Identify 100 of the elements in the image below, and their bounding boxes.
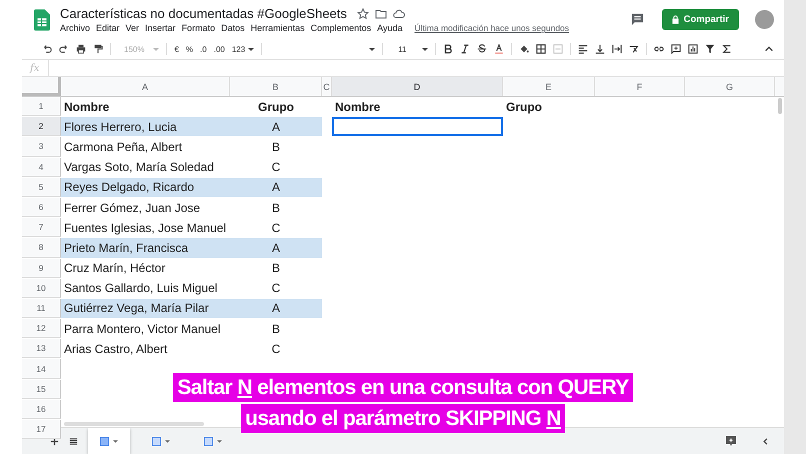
last-modified-link[interactable]: Última modificación hace unos segundos xyxy=(414,23,570,34)
row-header[interactable]: 9 xyxy=(22,258,61,278)
row-header[interactable]: 14 xyxy=(22,359,61,379)
explore-icon[interactable] xyxy=(725,435,737,447)
row-header[interactable]: 17 xyxy=(22,420,61,440)
table-cell-text: C xyxy=(270,280,282,298)
table-cell-text: Ferrer Gómez, Juan Jose xyxy=(63,200,202,217)
table-cell: Prieto Marín, Francisca xyxy=(61,238,230,258)
menu-item[interactable]: Herramientas xyxy=(250,23,305,34)
fill-color-icon[interactable] xyxy=(518,44,529,54)
increase-decimals-button[interactable]: .00 xyxy=(214,44,225,54)
column-header[interactable]: D xyxy=(332,77,503,96)
sheet-icon xyxy=(204,436,213,446)
comment-add-icon[interactable] xyxy=(670,44,681,54)
row-header[interactable]: 7 xyxy=(22,218,61,238)
collapse-side-icon[interactable] xyxy=(761,436,770,446)
table-cell-text: Arias Castro, Albert xyxy=(63,340,168,358)
menu-item[interactable]: Editar xyxy=(96,23,120,34)
redo-icon[interactable] xyxy=(59,44,69,54)
text-rotate-icon[interactable] xyxy=(628,44,639,54)
sheet-icon xyxy=(100,436,109,446)
table-cell-text: Fuentes Iglesias, Jose Manuel xyxy=(63,220,228,237)
paint-format-icon[interactable] xyxy=(93,44,103,54)
column-header[interactable]: F xyxy=(595,77,685,96)
row-header[interactable]: 10 xyxy=(22,278,61,298)
column-header[interactable]: B xyxy=(230,77,322,96)
functions-icon[interactable] xyxy=(722,44,732,54)
text-color-icon[interactable] xyxy=(494,44,504,54)
print-icon[interactable] xyxy=(76,44,86,54)
row-header[interactable]: 13 xyxy=(22,339,61,358)
text-wrap-icon[interactable] xyxy=(612,44,622,54)
sheet-tab[interactable] xyxy=(88,428,130,454)
table-cell-text: C xyxy=(270,220,282,237)
chart-icon[interactable] xyxy=(688,44,698,54)
borders-icon[interactable] xyxy=(536,44,546,54)
menu-item[interactable]: Ayuda xyxy=(377,23,403,34)
row-header[interactable]: 2 xyxy=(22,117,61,136)
menu-item[interactable]: Formato xyxy=(182,23,216,34)
row-header[interactable]: 5 xyxy=(22,178,61,197)
strikethrough-icon[interactable] xyxy=(476,44,487,54)
add-sheet-icon[interactable] xyxy=(50,436,59,446)
italic-icon[interactable] xyxy=(460,44,470,54)
caret-icon xyxy=(217,440,222,442)
table-cell-text: B xyxy=(270,320,281,338)
folder-icon[interactable] xyxy=(374,8,387,20)
active-cell[interactable] xyxy=(332,117,503,136)
align-icon[interactable] xyxy=(578,44,588,54)
decrease-decimals-button[interactable]: .0 xyxy=(200,44,207,54)
table-cell-text: Nombre xyxy=(63,98,110,116)
merge-cells-icon[interactable] xyxy=(552,44,563,54)
sheets-logo-icon[interactable] xyxy=(34,8,50,31)
menu-item[interactable]: Datos xyxy=(221,23,245,34)
caret-icon xyxy=(165,440,170,442)
vertical-scrollbar[interactable] xyxy=(778,98,782,114)
row-header[interactable]: 4 xyxy=(22,158,61,177)
table-cell-text: Grupo xyxy=(505,98,543,116)
avatar[interactable] xyxy=(755,10,774,30)
menu-item[interactable]: Complementos xyxy=(310,23,372,34)
all-sheets-icon[interactable] xyxy=(69,436,78,446)
caret-icon xyxy=(113,440,118,442)
table-cell-text: Santos Gallardo, Luis Miguel xyxy=(63,280,218,298)
menu-item[interactable]: Insertar xyxy=(145,23,176,34)
column-header[interactable]: A xyxy=(61,77,230,96)
cloud-icon[interactable] xyxy=(392,8,405,20)
horizontal-scrollbar[interactable] xyxy=(64,422,204,426)
vertical-align-icon[interactable] xyxy=(594,44,605,54)
menu-item[interactable]: Archivo xyxy=(60,23,90,34)
row-header[interactable]: 16 xyxy=(22,400,61,419)
undo-icon[interactable] xyxy=(42,44,52,54)
formula-label: fx xyxy=(30,62,40,74)
row-header[interactable]: 12 xyxy=(22,319,61,338)
menu-item[interactable]: Ver xyxy=(126,23,140,34)
row-header[interactable]: 11 xyxy=(22,298,61,318)
star-icon[interactable] xyxy=(356,8,369,20)
comment-icon[interactable] xyxy=(630,13,644,26)
bold-icon[interactable] xyxy=(442,44,453,54)
table-cell-text: Vargas Soto, María Soledad xyxy=(63,159,215,176)
caret-icon[interactable] xyxy=(248,48,254,51)
number-format-dropdown[interactable]: 123 xyxy=(232,44,246,54)
table-cell-text: Grupo xyxy=(257,98,295,116)
row-header[interactable]: 8 xyxy=(22,238,61,258)
table-cell: A xyxy=(230,298,322,318)
row-header[interactable]: 3 xyxy=(22,137,61,157)
table-cell-text: B xyxy=(270,138,281,156)
row-header[interactable]: 15 xyxy=(22,380,61,399)
caption-text: Saltar N elementos en una consulta con QUERY xyxy=(173,373,633,402)
font-dropdown-icon[interactable] xyxy=(369,48,376,51)
share-button[interactable]: Compartir xyxy=(662,9,739,30)
document-title[interactable]: Características no documentadas #GoogleSheets xyxy=(60,6,347,22)
column-header[interactable]: G xyxy=(685,77,775,96)
column-header[interactable]: E xyxy=(503,77,595,96)
font-size-dropdown[interactable]: 11 xyxy=(398,44,407,54)
filter-icon[interactable] xyxy=(704,44,715,54)
table-cell: Gutiérrez Vega, María Pilar xyxy=(61,298,230,318)
row-header[interactable]: 1 xyxy=(22,97,61,116)
table-cell-text: Parra Montero, Victor Manuel xyxy=(63,320,222,338)
row-header[interactable]: 6 xyxy=(22,198,61,218)
currency-button[interactable]: € xyxy=(174,44,179,54)
percent-button[interactable]: % xyxy=(186,44,194,54)
caret-icon[interactable] xyxy=(422,48,428,51)
